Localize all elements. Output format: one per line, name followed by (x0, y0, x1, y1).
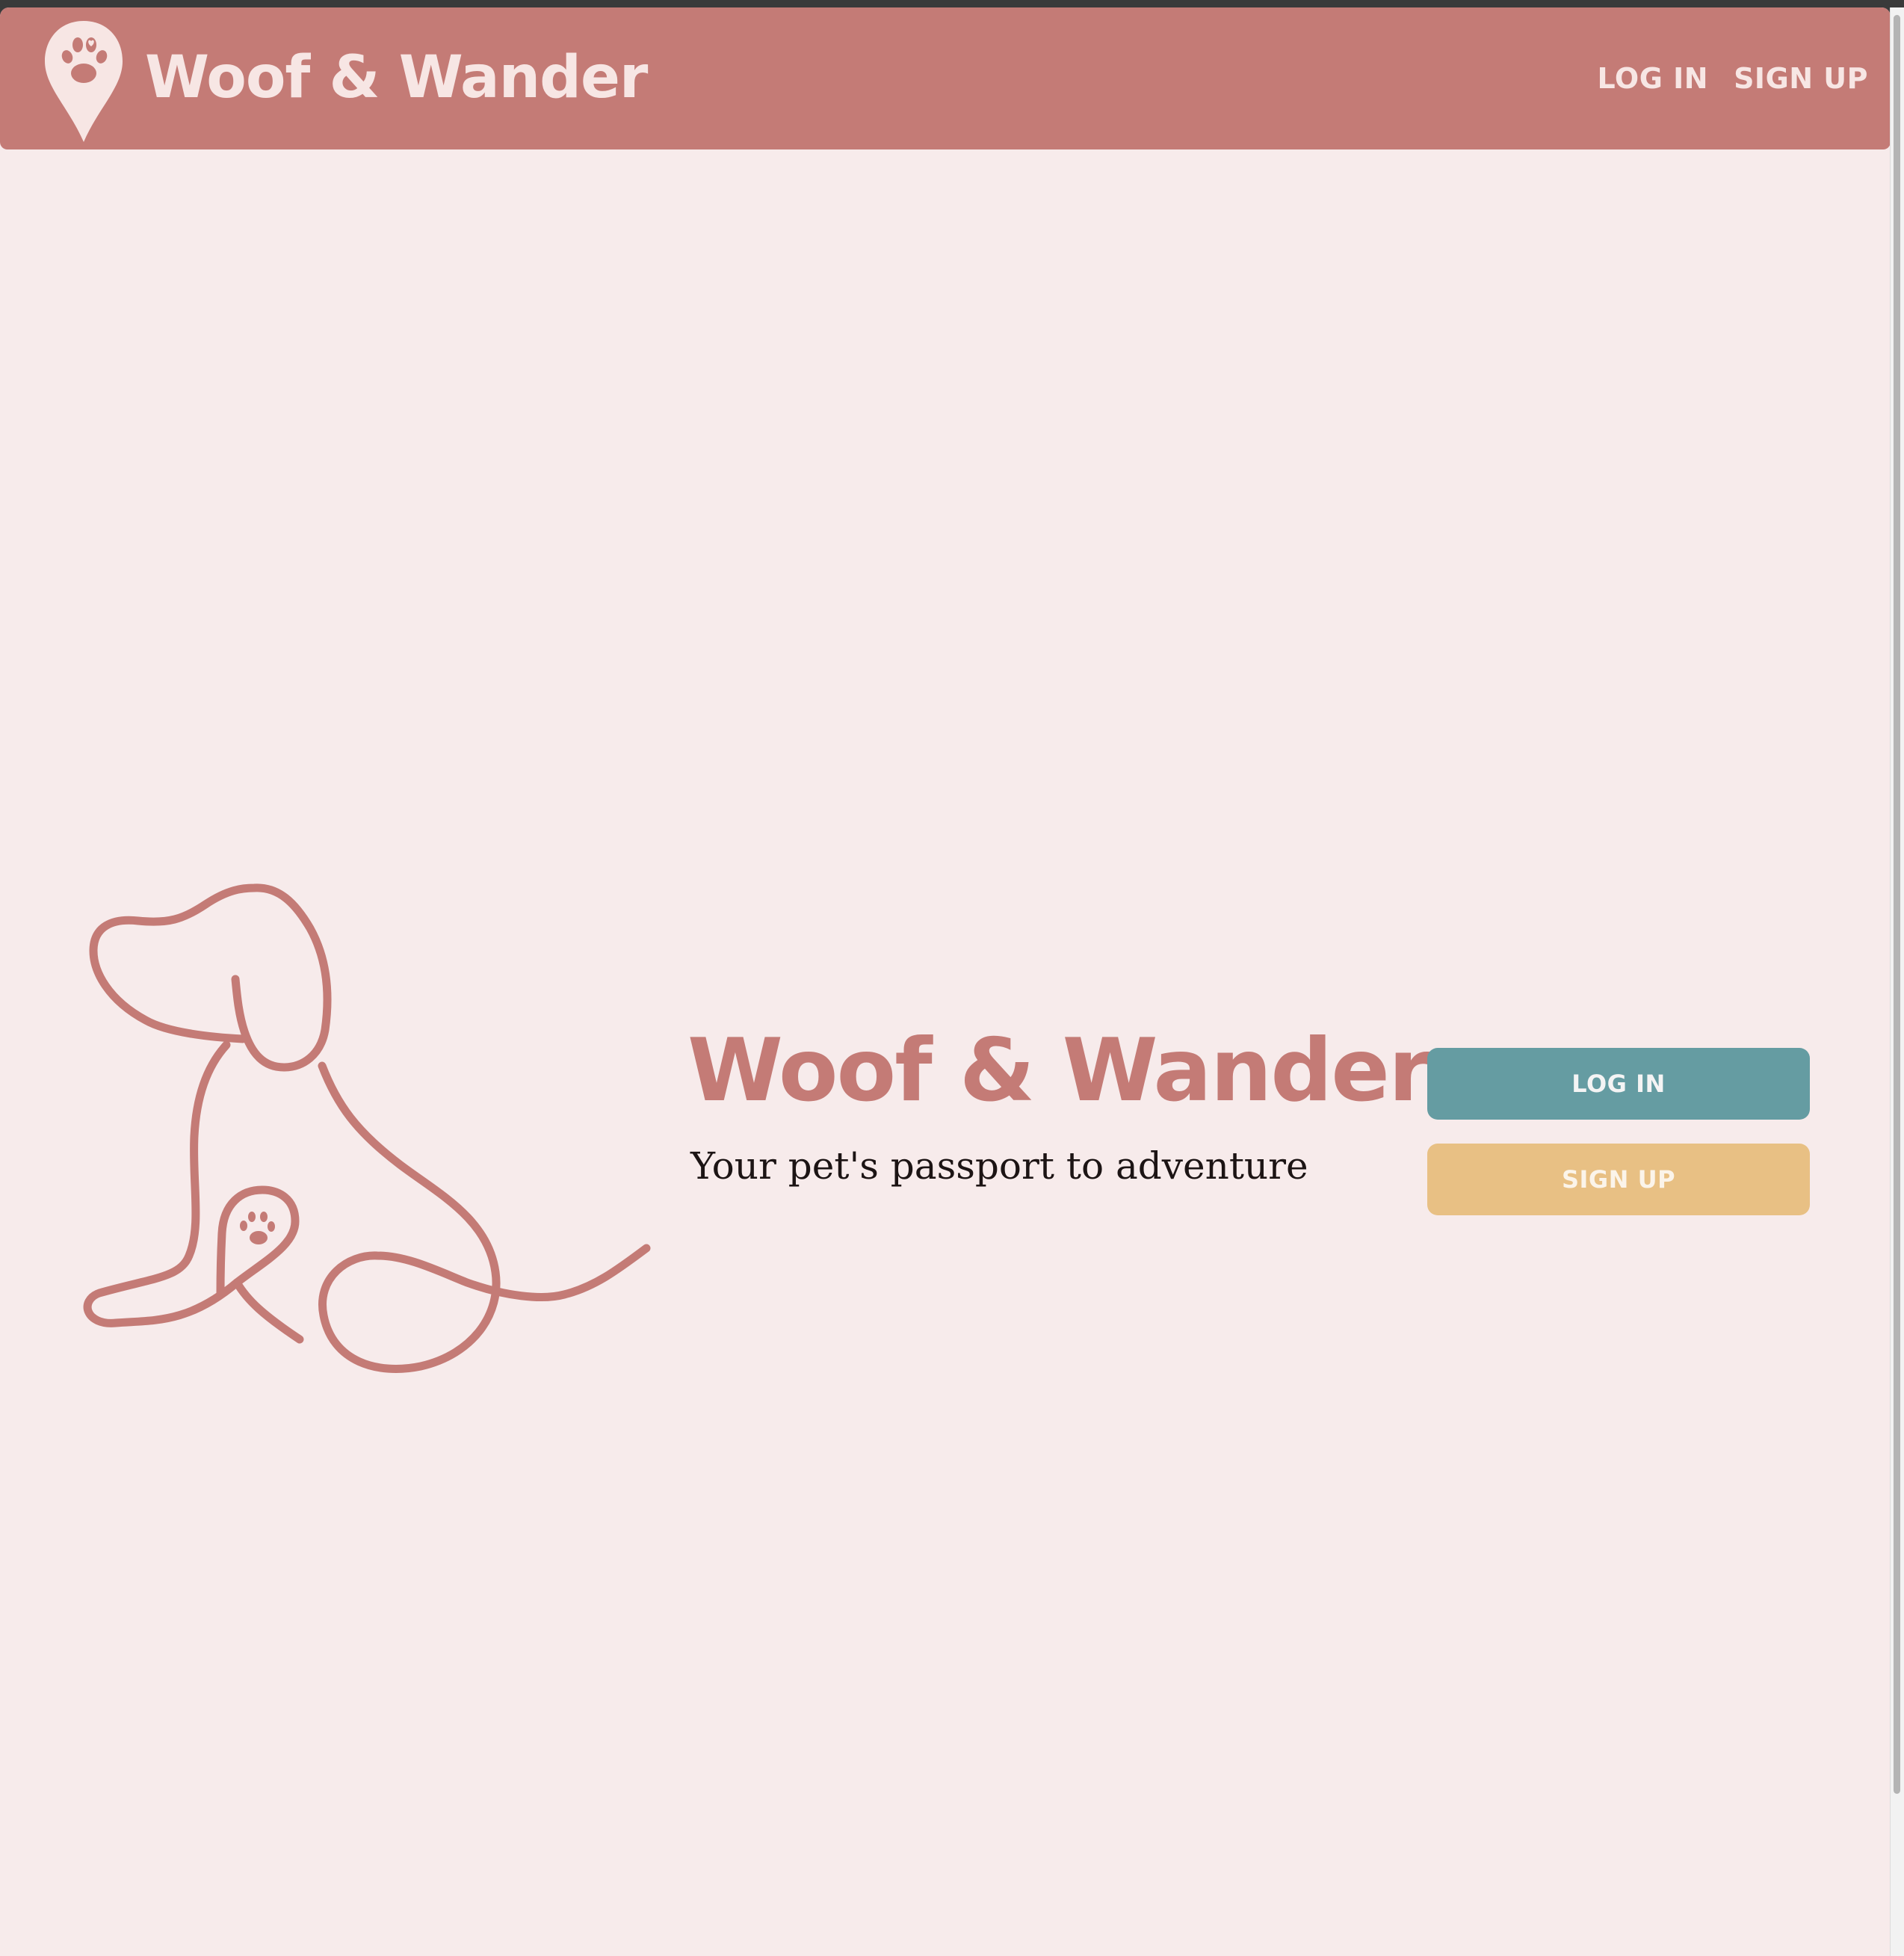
nav-signup-link[interactable]: SIGN UP (1734, 62, 1868, 95)
nav-links: LOG IN SIGN UP (1598, 7, 1868, 149)
hero-text: Woof & Wander Your pet's passport to adv… (687, 1020, 1431, 1188)
navbar: Woof & Wander LOG IN SIGN UP (0, 7, 1891, 149)
nav-login-link[interactable]: LOG IN (1598, 62, 1709, 95)
hero-title: Woof & Wander (687, 1020, 1431, 1121)
dog-line-art-icon (83, 883, 651, 1373)
brand-home-link[interactable]: Woof & Wander (42, 18, 648, 145)
vertical-scrollbar[interactable] (1890, 7, 1904, 1956)
login-button[interactable]: LOG IN (1427, 1048, 1810, 1120)
brand-name: Woof & Wander (145, 44, 648, 111)
scrollbar-thumb[interactable] (1894, 15, 1900, 1794)
signup-button[interactable]: SIGN UP (1427, 1144, 1810, 1215)
hero-tagline: Your pet's passport to adventure (690, 1144, 1308, 1188)
cta-group: LOG IN SIGN UP (1427, 1048, 1810, 1215)
page-viewport: Woof & Wander LOG IN SIGN UP Woof & Wand… (0, 7, 1891, 1956)
map-pin-paw-icon (45, 21, 123, 142)
